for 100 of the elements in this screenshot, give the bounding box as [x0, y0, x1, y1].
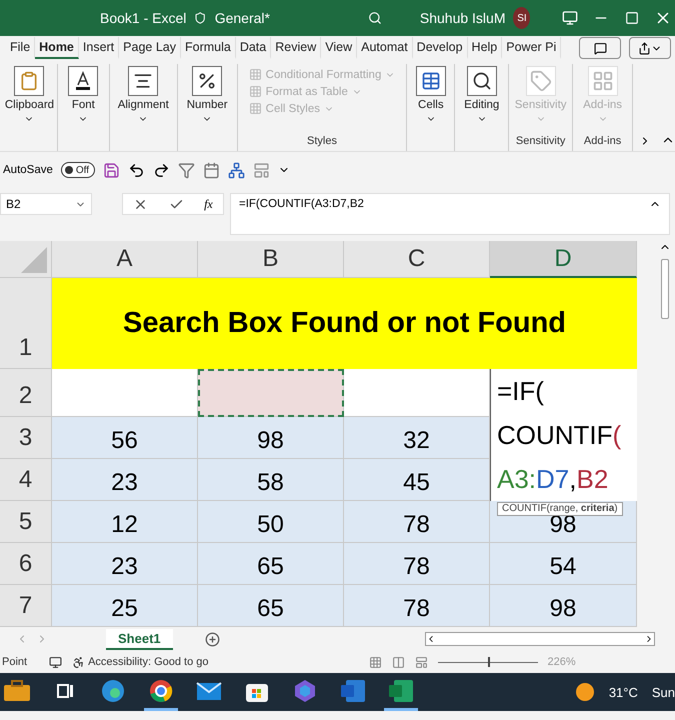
maximize-icon[interactable]	[625, 11, 640, 25]
save-icon[interactable]	[103, 162, 120, 178]
form-icon[interactable]	[203, 162, 220, 178]
undo-icon[interactable]	[128, 162, 146, 178]
menu-tab[interactable]: Page Lay	[119, 37, 181, 59]
page-break-icon[interactable]	[414, 656, 428, 668]
briefcase-icon[interactable]	[3, 680, 31, 702]
scroll-thumb[interactable]	[661, 259, 669, 319]
title-banner: Search Box Found or not Found	[52, 278, 637, 369]
column-header[interactable]: B	[198, 241, 344, 278]
horizontal-scrollbar[interactable]	[425, 632, 655, 646]
sensitivity-label[interactable]: General*	[214, 10, 270, 26]
row-header[interactable]: 4	[0, 459, 52, 501]
ribbon-button[interactable]: Clipboard	[4, 66, 54, 124]
row-header[interactable]: 7	[0, 585, 52, 627]
hexagon-app-icon[interactable]	[293, 678, 317, 702]
table-cell[interactable]: 58	[198, 459, 344, 501]
menu-tab[interactable]: Data	[236, 37, 272, 59]
search-icon[interactable]	[368, 9, 382, 27]
insert-function-button[interactable]: fx	[204, 196, 213, 212]
table-grid-icon	[248, 68, 262, 81]
redo-icon[interactable]	[153, 162, 170, 178]
formula-field[interactable]: =IF(COUNTIF(A3:D7,B2	[230, 193, 670, 235]
table-cell[interactable]: 50	[198, 501, 344, 543]
table-cell[interactable]: 12	[52, 501, 198, 543]
table-cell[interactable]	[52, 369, 198, 417]
menu-tab[interactable]: Power Pi	[502, 37, 562, 59]
table-grid-icon	[248, 102, 262, 115]
table-cell[interactable]	[198, 369, 344, 417]
task-view-icon[interactable]	[56, 682, 74, 700]
menu-tab[interactable]: Insert	[78, 37, 120, 59]
row-header[interactable]: 2	[0, 369, 52, 417]
table-cell[interactable]: 78	[344, 585, 490, 627]
layout-icon[interactable]	[253, 162, 270, 178]
row-header[interactable]: 3	[0, 417, 52, 459]
column-header[interactable]: C	[344, 241, 490, 278]
menu-tab[interactable]: Review	[271, 37, 322, 59]
menu-tab[interactable]: Help	[468, 37, 502, 59]
browser-icon[interactable]	[149, 678, 173, 702]
add-sheet-icon[interactable]	[204, 632, 220, 646]
filter-icon[interactable]	[178, 162, 196, 178]
user-avatar[interactable]: SI	[513, 7, 530, 29]
ribbon-button[interactable]: Editing	[464, 66, 500, 124]
sheet-tab[interactable]: Sheet1	[106, 628, 173, 650]
sun-icon[interactable]	[574, 682, 595, 702]
row-header[interactable]: 1	[0, 278, 52, 369]
group-label: Styles	[307, 135, 337, 149]
table-cell[interactable]: 65	[198, 585, 344, 627]
table-cell[interactable]: 25	[52, 585, 198, 627]
accessibility-icon[interactable]	[72, 656, 86, 668]
menu-tab[interactable]: Develop	[412, 37, 468, 59]
display-icon[interactable]	[562, 10, 578, 26]
table-cell[interactable]: 32	[344, 417, 490, 459]
share-icon[interactable]	[638, 42, 651, 54]
mail-icon[interactable]	[196, 680, 222, 700]
table-cell[interactable]: 78	[344, 501, 490, 543]
table-cell[interactable]: 98	[490, 585, 637, 627]
zoom-slider[interactable]	[438, 657, 538, 667]
table-grid-icon	[248, 85, 262, 98]
ribbon-button[interactable]: Number	[186, 66, 228, 124]
menu-tab[interactable]: Home	[35, 37, 79, 59]
page-layout-icon[interactable]	[392, 656, 405, 668]
menu-tab[interactable]: File	[6, 37, 36, 59]
table-cell[interactable]: 98	[198, 417, 344, 459]
row-header[interactable]: 5	[0, 501, 52, 543]
menu-tab[interactable]: View	[321, 37, 358, 59]
temperature[interactable]: 31°C	[608, 684, 638, 700]
table-cell[interactable]	[344, 369, 490, 417]
menu-tab[interactable]: Formula	[180, 37, 236, 59]
name-box[interactable]: B2	[0, 193, 92, 215]
table-cell[interactable]: 78	[344, 543, 490, 585]
menu-tab[interactable]: Automat	[357, 37, 413, 59]
browser-icon[interactable]	[101, 678, 125, 702]
share-button[interactable]	[629, 37, 671, 59]
column-header[interactable]: D	[490, 241, 637, 278]
spreadsheet-app-icon[interactable]	[388, 678, 414, 702]
document-app-icon[interactable]	[340, 678, 366, 702]
weather-text[interactable]: Sun	[652, 684, 675, 700]
macro-icon[interactable]	[49, 656, 62, 668]
formula-text: ,	[569, 464, 577, 494]
table-cell[interactable]: 23	[52, 459, 198, 501]
ribbon-button[interactable]: Alignment	[118, 66, 169, 124]
table-cell[interactable]: 65	[198, 543, 344, 585]
table-cell[interactable]: 54	[490, 543, 637, 585]
comments-button[interactable]	[579, 37, 621, 59]
row-header[interactable]: 6	[0, 543, 52, 585]
normal-view-icon[interactable]	[368, 656, 382, 668]
mode-indicator: Point	[2, 656, 28, 668]
tag-icon	[530, 70, 552, 92]
column-header[interactable]: A	[52, 241, 198, 278]
formula-text: COUNTIF	[497, 420, 613, 450]
table-cell[interactable]: 45	[344, 459, 490, 501]
clipboard-icon	[19, 71, 40, 91]
hierarchy-icon[interactable]	[228, 162, 246, 178]
comment-icon[interactable]	[594, 42, 606, 54]
table-cell[interactable]: 23	[52, 543, 198, 585]
autosave-toggle[interactable]: Off	[60, 162, 96, 178]
table-cell[interactable]: 56	[52, 417, 198, 459]
accessibility-status[interactable]: Accessibility: Good to go	[72, 656, 209, 668]
search-icon	[472, 71, 492, 91]
